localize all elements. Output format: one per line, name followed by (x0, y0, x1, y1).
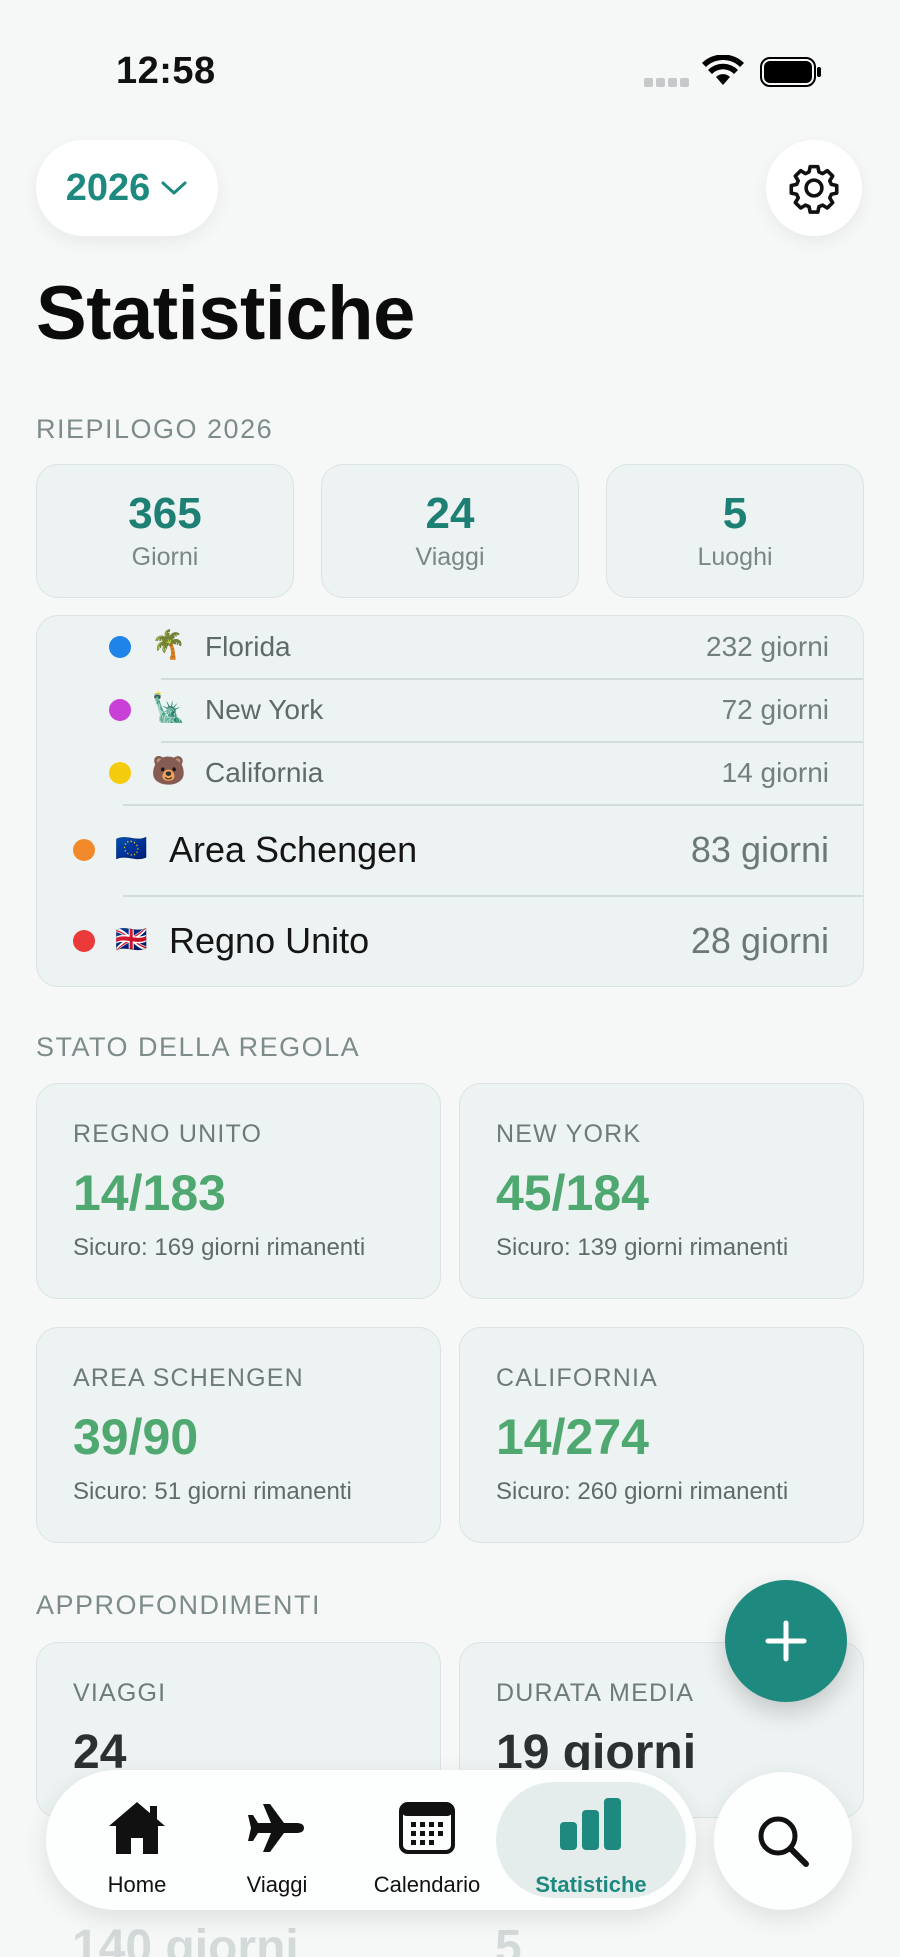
airplane-icon (248, 1804, 304, 1852)
palm-tree-icon: 🌴 (151, 629, 186, 660)
list-item-florida[interactable]: 🌴 Florida 232 giorni (37, 616, 863, 678)
wifi-icon (702, 55, 744, 85)
insight-value-partial: 140 giorni (72, 1921, 299, 1957)
list-item-area-schengen[interactable]: 🇪🇺 Area Schengen 83 giorni (37, 805, 863, 895)
list-item-new-york[interactable]: 🗽 New York 72 giorni (37, 679, 863, 741)
summary-value: 24 (425, 489, 475, 538)
plus-icon (765, 1620, 807, 1662)
summary-card-trips: 24 Viaggi (321, 464, 579, 598)
rule-name: AREA SCHENGEN (73, 1364, 304, 1392)
tab-label: Statistiche (535, 1872, 647, 1897)
calendar-icon (399, 1802, 455, 1854)
tab-calendar[interactable]: Calendario (362, 1770, 492, 1910)
rule-card-area-schengen[interactable]: AREA SCHENGEN 39/90 Sicuro: 51 giorni ri… (36, 1327, 441, 1543)
insight-value-partial: 5 (495, 1921, 522, 1957)
bear-icon: 🐻 (151, 755, 186, 786)
tab-home[interactable]: Home (72, 1770, 202, 1910)
rule-remaining: Sicuro: 51 giorni rimanenti (73, 1478, 352, 1505)
color-dot (73, 930, 95, 952)
rule-value: 14/274 (496, 1409, 649, 1465)
location-days: 232 giorni (706, 631, 829, 662)
location-days: 72 giorni (721, 694, 829, 725)
tab-label: Viaggi (246, 1872, 308, 1897)
rule-card-new-york[interactable]: NEW YORK 45/184 Sicuro: 139 giorni riman… (459, 1083, 864, 1299)
eu-flag-icon: 🇪🇺 (115, 833, 148, 863)
tab-trips[interactable]: Viaggi (212, 1770, 342, 1910)
tab-label: Home (107, 1872, 167, 1897)
summary-label: Luoghi (697, 543, 773, 571)
rule-remaining: Sicuro: 260 giorni rimanenti (496, 1478, 789, 1505)
location-name: California (205, 757, 324, 788)
search-icon (758, 1816, 809, 1867)
insights-section-title: APPROFONDIMENTI (36, 1590, 322, 1620)
rule-value: 45/184 (496, 1165, 649, 1221)
rule-name: CALIFORNIA (496, 1364, 659, 1392)
list-item-regno-unito[interactable]: 🇬🇧 Regno Unito 28 giorni (37, 896, 863, 986)
location-name: Area Schengen (169, 829, 418, 870)
summary-label: Giorni (131, 543, 199, 571)
house-icon (109, 1802, 165, 1854)
page-title: Statistiche (36, 271, 415, 356)
location-name: Florida (205, 631, 291, 662)
summary-value: 5 (722, 489, 748, 538)
add-trip-button[interactable] (725, 1580, 847, 1702)
rule-value: 14/183 (73, 1165, 226, 1221)
location-days: 14 giorni (721, 757, 829, 788)
rule-name: REGNO UNITO (73, 1120, 263, 1148)
color-dot (73, 839, 95, 861)
rule-remaining: Sicuro: 169 giorni rimanenti (73, 1234, 366, 1261)
battery-icon (760, 57, 821, 87)
color-dot (109, 762, 131, 784)
color-dot (109, 636, 131, 658)
rule-remaining: Sicuro: 139 giorni rimanenti (496, 1234, 789, 1261)
insight-label: DURATA MEDIA (496, 1679, 695, 1707)
insight-label: VIAGGI (73, 1679, 167, 1707)
location-days: 83 giorni (690, 829, 829, 870)
location-name: New York (205, 694, 324, 725)
search-button[interactable] (714, 1772, 852, 1910)
bar-chart-icon (560, 1798, 621, 1850)
tab-statistics[interactable]: Statistiche (526, 1770, 656, 1910)
locations-list: 🌴 Florida 232 giorni 🗽 New York 72 giorn… (36, 615, 864, 987)
settings-button[interactable] (766, 140, 862, 236)
chevron-down-icon (161, 181, 187, 195)
rule-value: 39/90 (73, 1409, 199, 1465)
summary-value: 365 (128, 489, 202, 538)
statue-of-liberty-icon: 🗽 (151, 692, 186, 723)
rules-section-title: STATO DELLA REGOLA (36, 1032, 361, 1062)
rule-card-regno-unito[interactable]: REGNO UNITO 14/183 Sicuro: 169 giorni ri… (36, 1083, 441, 1299)
summary-card-days: 365 Giorni (36, 464, 294, 598)
tab-label: Calendario (373, 1872, 481, 1897)
summary-section-title: RIEPILOGO 2026 (36, 414, 274, 444)
status-time: 12:58 (116, 50, 216, 92)
gear-icon (789, 164, 839, 214)
cellular-signal-icon (644, 78, 689, 87)
uk-flag-icon: 🇬🇧 (115, 924, 148, 954)
rule-card-california[interactable]: CALIFORNIA 14/274 Sicuro: 260 giorni rim… (459, 1327, 864, 1543)
summary-label: Viaggi (415, 543, 485, 571)
status-bar: 12:58 (0, 0, 900, 110)
location-days: 28 giorni (690, 920, 829, 961)
list-item-california[interactable]: 🐻 California 14 giorni (37, 742, 863, 804)
location-name: Regno Unito (169, 920, 370, 961)
year-selector[interactable]: 2026 (36, 140, 218, 236)
summary-card-places: 5 Luoghi (606, 464, 864, 598)
color-dot (109, 699, 131, 721)
year-value: 2026 (65, 166, 151, 209)
tab-bar: Home Viaggi Calendario Statistiche (46, 1770, 696, 1910)
rule-name: NEW YORK (496, 1120, 642, 1148)
